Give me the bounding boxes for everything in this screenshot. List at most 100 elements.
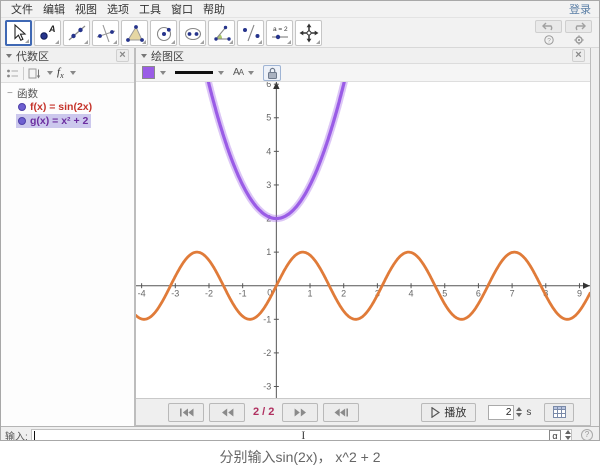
auxiliary-objects-icon[interactable] (6, 67, 19, 80)
command-input-field[interactable]: I α (31, 429, 572, 442)
caption-text: 分别输入sin(2x)， x^2 + 2 (0, 441, 600, 472)
step-back-icon (221, 408, 234, 417)
symbol-keyboard-button[interactable]: α (549, 430, 561, 441)
algebra-stylebar: fx (1, 64, 134, 83)
chevron-down-icon[interactable] (70, 71, 76, 75)
tool-perpendicular-line-button[interactable] (92, 20, 119, 46)
graphics-plot-area[interactable]: -4-3-2-1123456789-3-2-11234560 (136, 82, 590, 398)
tool-dropdown-corner (316, 40, 320, 44)
tool-dropdown-corner (287, 40, 291, 44)
input-help-icon[interactable]: ? (581, 429, 593, 441)
tool-ellipse-button[interactable] (179, 20, 206, 46)
collapse-icon[interactable]: − (7, 88, 17, 99)
tool-line-button[interactable] (63, 20, 90, 46)
spinner-down-icon[interactable] (516, 413, 522, 417)
graphics-close-icon[interactable]: × (572, 49, 585, 62)
svg-text:4: 4 (266, 146, 271, 156)
sort-mode-icon[interactable] (28, 67, 41, 80)
object-visibility-dot[interactable] (18, 117, 26, 125)
tool-angle-button[interactable] (208, 20, 235, 46)
algebra-panel-header: 代数区 × (1, 48, 134, 64)
tool-point-button[interactable]: A (34, 20, 61, 46)
lock-object-button[interactable] (263, 65, 281, 81)
graphics-panel-title: 绘图区 (151, 48, 184, 64)
menubar: 文件编辑视图选项工具窗口帮助 登录 (1, 1, 599, 18)
menu-item-6[interactable]: 帮助 (198, 0, 230, 18)
tool-polygon-button[interactable] (121, 20, 148, 46)
play-speed-spinner[interactable]: 2 s (488, 405, 531, 420)
tool-dropdown-corner (229, 40, 233, 44)
chevron-down-icon[interactable] (218, 71, 224, 75)
chevron-down-icon[interactable] (248, 71, 254, 75)
svg-text:1: 1 (308, 289, 313, 299)
play-button[interactable]: 播放 (421, 403, 476, 422)
construction-navbar: 2 / 2 (136, 398, 590, 425)
svg-text:6: 6 (266, 82, 271, 89)
algebra-item-1[interactable]: g(x) = x² + 2 (16, 114, 91, 128)
graphics-stylebar: AA (136, 64, 590, 82)
svg-text:3: 3 (266, 180, 271, 190)
menu-item-5[interactable]: 窗口 (166, 0, 198, 18)
tool-move-graphics-button[interactable] (295, 20, 322, 46)
speed-value[interactable]: 2 (488, 405, 514, 420)
nav-last-button[interactable] (323, 403, 359, 422)
menu-item-1[interactable]: 编辑 (38, 0, 70, 18)
menu-item-0[interactable]: 文件 (6, 0, 38, 18)
tool-dropdown-corner (142, 40, 146, 44)
algebra-item-0[interactable]: f(x) = sin(2x) (16, 100, 95, 114)
text-caret (34, 431, 35, 441)
spinner-arrows[interactable] (516, 407, 522, 417)
spinner-up-icon[interactable] (565, 430, 571, 434)
plot-svg: -4-3-2-1123456789-3-2-11234560 (136, 82, 590, 398)
menu-item-3[interactable]: 选项 (102, 0, 134, 18)
spinner-down-icon[interactable] (565, 436, 571, 440)
chevron-down-icon[interactable] (160, 71, 166, 75)
menu-item-4[interactable]: 工具 (134, 0, 166, 18)
svg-text:-2: -2 (205, 289, 213, 299)
algebra-group-functions[interactable]: − 函数 (7, 86, 134, 100)
redo-button[interactable] (565, 20, 592, 33)
nav-first-button[interactable] (168, 403, 204, 422)
command-input[interactable] (32, 430, 549, 441)
panel-menu-icon[interactable] (6, 54, 12, 58)
tool-reflect-button[interactable] (237, 20, 264, 46)
algebra-view-panel: 代数区 × fx − (1, 48, 135, 426)
svg-text:5: 5 (442, 289, 447, 299)
panel-menu-icon[interactable] (141, 54, 147, 58)
undo-button[interactable] (535, 20, 562, 33)
fx-filter-icon[interactable]: fx (57, 66, 64, 80)
symbol-spinner-arrows[interactable] (565, 430, 571, 440)
svg-text:1: 1 (266, 247, 271, 257)
menu-item-2[interactable]: 视图 (70, 0, 102, 18)
preferences-gear-icon[interactable] (565, 35, 592, 45)
tool-slider-button[interactable]: a = 2 (266, 20, 293, 46)
object-visibility-dot[interactable] (18, 103, 26, 111)
line-style-sample[interactable] (175, 71, 213, 74)
input-bar: 输入: I α ? (1, 426, 599, 441)
tool-circle-button[interactable] (150, 20, 177, 46)
menubar-items: 文件编辑视图选项工具窗口帮助 (6, 0, 230, 18)
tool-dropdown-corner (258, 40, 262, 44)
login-button[interactable]: 登录 (569, 1, 591, 17)
tool-move-button[interactable] (5, 20, 32, 46)
help-icon[interactable]: ? (535, 35, 562, 45)
nav-next-button[interactable] (282, 403, 318, 422)
svg-text:-3: -3 (171, 289, 179, 299)
algebra-close-icon[interactable]: × (116, 49, 129, 62)
svg-text:9: 9 (577, 289, 582, 299)
object-definition: f(x) = sin(2x) (30, 101, 92, 113)
nav-previous-button[interactable] (209, 403, 245, 422)
svg-text:2: 2 (341, 289, 346, 299)
chevron-down-icon[interactable] (47, 71, 53, 75)
main-area: 代数区 × fx − (1, 48, 599, 426)
spinner-up-icon[interactable] (516, 407, 522, 411)
color-swatch[interactable] (142, 66, 155, 79)
svg-text:?: ? (547, 37, 551, 44)
construction-protocol-button[interactable] (544, 403, 574, 422)
algebra-tree: − 函数 f(x) = sin(2x)g(x) = x² + 2 (1, 83, 134, 426)
algebra-items: f(x) = sin(2x)g(x) = x² + 2 (7, 100, 134, 128)
svg-text:a = 2: a = 2 (273, 26, 288, 33)
skip-last-icon (334, 408, 349, 417)
undo-icon (542, 22, 556, 31)
label-style-icon[interactable]: AA (233, 67, 243, 78)
